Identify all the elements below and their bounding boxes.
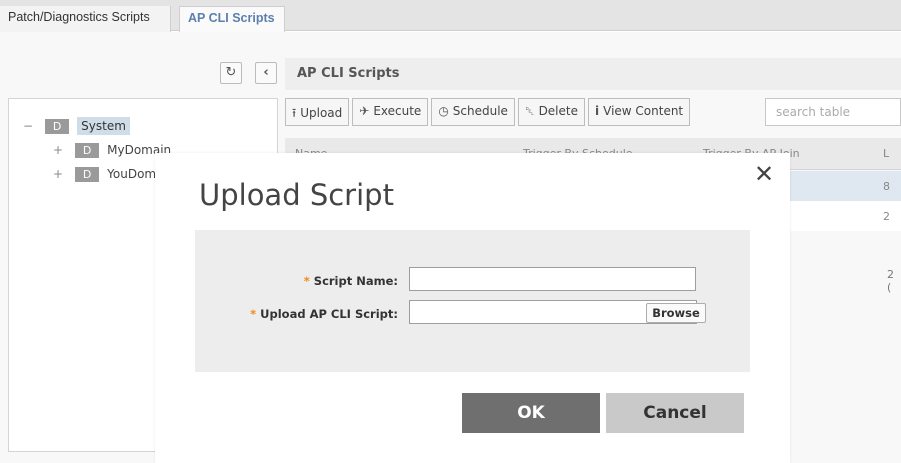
dialog-title: Upload Script: [199, 178, 394, 212]
browse-button[interactable]: Browse: [646, 303, 706, 323]
script-name-input[interactable]: [409, 267, 696, 291]
required-marker: *: [250, 307, 257, 321]
required-marker: *: [303, 274, 310, 288]
close-icon[interactable]: ✕: [754, 161, 774, 187]
upload-script-dialog: Upload Script ✕ * Script Name: * Upload AP…: [155, 153, 790, 463]
ok-button[interactable]: OK: [462, 393, 600, 433]
cancel-button[interactable]: Cancel: [606, 393, 744, 433]
upload-form: * Script Name: * Upload AP CLI Script: Bro…: [195, 230, 750, 372]
upload-file-field[interactable]: Browse: [409, 300, 706, 324]
upload-script-label: * Upload AP CLI Script:: [250, 307, 398, 321]
script-name-label: * Script Name:: [303, 274, 398, 288]
